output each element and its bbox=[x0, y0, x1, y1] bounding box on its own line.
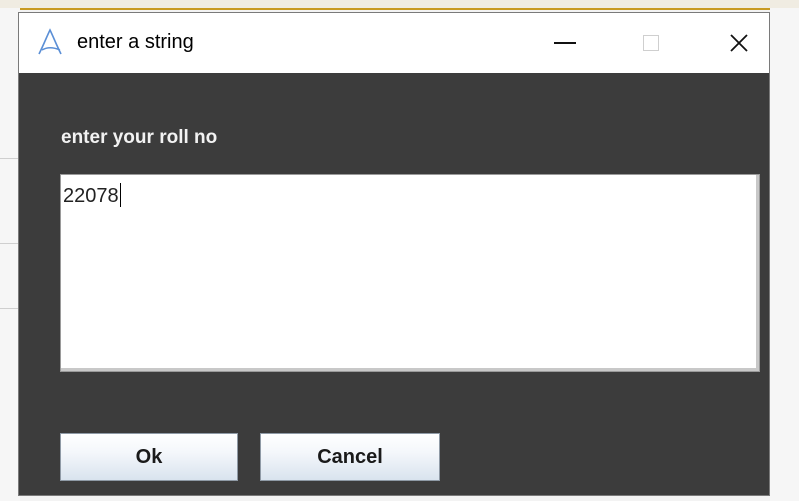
background-window-left bbox=[0, 8, 20, 501]
background-divider bbox=[0, 158, 20, 159]
input-dialog: enter a string enter your roll no 22078 … bbox=[18, 12, 770, 496]
input-value: 22078 bbox=[63, 185, 119, 207]
background-window-right bbox=[770, 8, 799, 501]
text-caret bbox=[119, 183, 121, 207]
minimize-button[interactable] bbox=[537, 13, 593, 73]
title-bar: enter a string bbox=[19, 13, 769, 73]
maximize-button[interactable] bbox=[623, 13, 679, 73]
app-logo-icon bbox=[38, 28, 62, 55]
background-divider bbox=[0, 243, 20, 244]
roll-number-input[interactable]: 22078 bbox=[60, 174, 760, 372]
background-window-edge bbox=[0, 0, 799, 10]
prompt-label: enter your roll no bbox=[61, 127, 218, 148]
maximize-icon bbox=[643, 35, 659, 51]
minimize-icon bbox=[554, 42, 576, 44]
cancel-button[interactable]: Cancel bbox=[260, 433, 440, 481]
ok-button[interactable]: Ok bbox=[60, 433, 238, 481]
background-divider bbox=[0, 308, 20, 309]
close-icon bbox=[730, 34, 748, 52]
close-button[interactable] bbox=[711, 13, 767, 73]
dialog-title: enter a string bbox=[77, 31, 194, 53]
